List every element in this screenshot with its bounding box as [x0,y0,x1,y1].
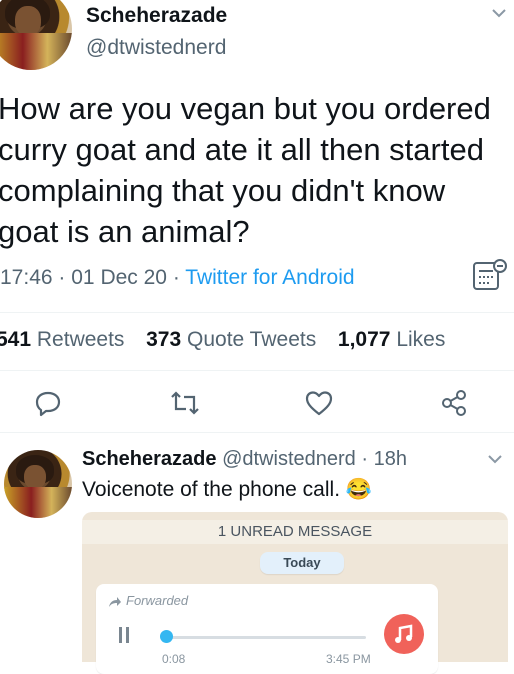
pause-icon[interactable] [118,626,130,649]
tweet-source[interactable]: Twitter for Android [185,266,354,289]
likes-stat[interactable]: 1,077 Likes [338,328,445,351]
date-pill: Today [260,552,344,574]
music-note-icon[interactable] [384,614,424,654]
reply-separator: · [361,448,369,470]
audio-progress-knob[interactable] [160,630,173,643]
message-timestamp: 3:45 PM [326,652,371,666]
unread-banner: 1 UNREAD MESSAGE [82,520,508,544]
reply-time[interactable]: 18h [374,448,407,470]
meta-separator: · [172,266,180,289]
reply-display-name[interactable]: Scheherazade [82,448,217,470]
media-attachment[interactable]: 1 UNREAD MESSAGE Today Forwarded 0:08 3:… [82,512,508,674]
audio-duration: 0:08 [162,652,186,666]
retweets-stat[interactable]: 541 Retweets [0,328,124,351]
reply-text: Voicenote of the phone call. 😂 [82,478,373,501]
author-handle[interactable]: @dtwistednerd [86,36,226,60]
chevron-down-icon[interactable] [486,450,504,473]
tweet-meta: 17:46 · 01 Dec 20 · Twitter for Android [0,266,355,290]
chevron-down-icon[interactable] [490,4,508,27]
tweet-date: 01 Dec 20 [71,266,167,289]
quote-tweets-stat[interactable]: 373 Quote Tweets [146,328,316,351]
tweet-text: How are you vegan but you ordered curry … [0,91,491,249]
reply-avatar[interactable] [4,450,72,518]
reply-handle[interactable]: @dtwistednerd [222,448,356,470]
divider [0,312,514,313]
forwarded-label: Forwarded [126,593,189,608]
share-icon[interactable] [440,389,468,422]
divider [0,370,514,371]
retweet-icon[interactable] [170,389,200,422]
reply-icon[interactable] [34,389,62,422]
audio-progress-track[interactable] [166,636,366,639]
reply-header: Scheherazade @dtwistednerd · 18h [82,448,407,471]
meta-separator: · [58,266,66,289]
stats-row: 541 Retweets 373 Quote Tweets 1,077 Like… [0,328,445,352]
divider [0,432,514,433]
analytics-icon[interactable] [470,257,508,300]
author-avatar[interactable] [0,0,72,70]
tweet-time: 17:46 [0,266,53,289]
forward-arrow-icon [108,595,122,613]
like-icon[interactable] [304,389,334,422]
author-display-name[interactable]: Scheherazade [86,4,227,28]
